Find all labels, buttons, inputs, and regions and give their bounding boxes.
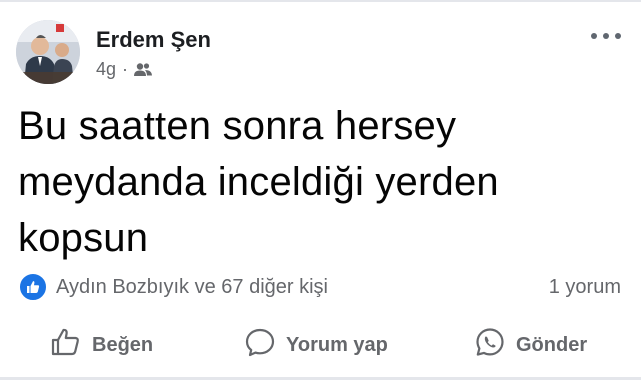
facebook-post: Erdem Şen 4g · Bu saatten sonra hersey m…	[0, 0, 641, 380]
post-subline: 4g ·	[96, 58, 211, 80]
friends-icon[interactable]	[134, 61, 153, 77]
avatar[interactable]	[16, 20, 80, 84]
actions-bar: Beğen Yorum yap Gönder	[0, 322, 641, 368]
like-button[interactable]: Beğen	[50, 327, 153, 363]
send-label: Gönder	[516, 333, 588, 356]
more-dot	[603, 33, 609, 39]
reactions-bar: Aydın Bozbıyık ve 67 diğer kişi 1 yorum	[18, 272, 621, 302]
thumbs-up-icon	[50, 327, 82, 363]
post-header: Erdem Şen 4g ·	[16, 20, 211, 90]
separator-dot: ·	[122, 59, 129, 79]
post-meta: Erdem Şen 4g ·	[96, 26, 211, 80]
more-dot	[591, 33, 597, 39]
post-text: Bu saatten sonra hersey meydanda inceldi…	[18, 104, 499, 260]
whatsapp-icon	[474, 327, 506, 363]
reactions-text: Aydın Bozbıyık ve 67 diğer kişi	[56, 275, 328, 298]
send-button[interactable]: Gönder	[474, 327, 587, 363]
top-divider	[0, 0, 641, 2]
more-options-icon[interactable]	[591, 26, 621, 46]
like-reaction-icon	[18, 272, 48, 302]
comment-label: Yorum yap	[286, 333, 388, 356]
post-time[interactable]: 4g	[96, 58, 116, 80]
like-label: Beğen	[92, 333, 154, 356]
more-dot	[615, 33, 621, 39]
comment-button[interactable]: Yorum yap	[244, 327, 388, 363]
author-name[interactable]: Erdem Şen	[96, 26, 211, 54]
reactions-summary[interactable]: Aydın Bozbıyık ve 67 diğer kişi	[18, 272, 328, 302]
comments-count[interactable]: 1 yorum	[549, 276, 621, 299]
comment-bubble-icon	[244, 327, 276, 363]
